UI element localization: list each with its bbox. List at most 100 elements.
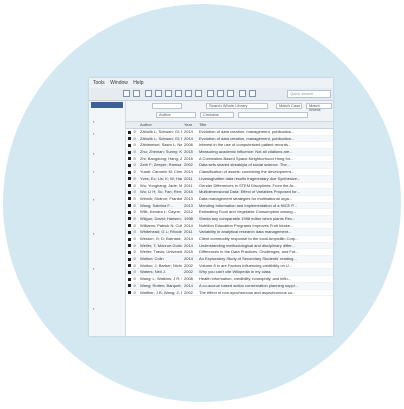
search-options-button[interactable]: [152, 103, 182, 109]
row-title: Sheda any comparable 1998 editor when pl…: [199, 215, 296, 221]
attachment-icon: ⊘: [133, 175, 137, 181]
table-row[interactable]: ⊘Wilgon; David; Hansen; Da...1998 Sheda a…: [126, 215, 333, 223]
column-year[interactable]: Year: [184, 122, 197, 128]
read-status-icon: [128, 217, 131, 221]
insert-citation-icon[interactable]: [207, 90, 214, 97]
quick-search-input[interactable]: Quick search: [287, 90, 331, 98]
add-reference-icon[interactable]: [155, 90, 162, 97]
table-row[interactable]: ⊘Wang; L; Watkins; J R; Ph...2008 Health …: [126, 276, 333, 283]
format-icon[interactable]: [217, 90, 224, 97]
table-row[interactable]: ⊘Wu; Yonghang; Jade; Maria...2011 Gender …: [126, 183, 333, 190]
attach-icon[interactable]: [185, 90, 192, 97]
table-row[interactable]: ⊘Zählmeisel; Sasm L; Neu H...2006 Interes…: [126, 142, 333, 150]
table-row[interactable]: ⊘ Walton; Colin 2014 An Exploratory Study o…: [126, 256, 333, 263]
find-fulltext-icon[interactable]: [195, 90, 202, 97]
table-row[interactable]: ⊘ Waters; Neil J. 2002 Why you can't cite W…: [126, 269, 333, 277]
reference-list-header: Author Year Title: [126, 122, 333, 129]
table-row[interactable]: ⊘Weller; Travis; University...2015 Differ…: [126, 249, 333, 257]
row-title: Classification of assets: combining the …: [199, 169, 295, 175]
save-icon[interactable]: [133, 90, 140, 97]
attachment-icon: ⊘: [133, 142, 137, 148]
row-author: Wu; Yonghang; Jade; Maria...: [140, 182, 182, 188]
table-row[interactable]: ⊘Weller; T; Monroe-Gulick...2014 Understa…: [126, 242, 333, 250]
table-row[interactable]: ⊘Wilk; Kendra L; Cayne; Co...2012 Estimat…: [126, 209, 333, 216]
table-row[interactable]: ⊘Zhu; Zhenlan; Sunny; Kin...2015 Measurin…: [126, 149, 333, 156]
field-select[interactable]: Author: [156, 112, 196, 118]
row-author: Weller; Travis; University...: [140, 249, 182, 255]
attachment-icon: ⊘: [133, 256, 137, 262]
table-row[interactable]: ⊘Yves; Ec; Lis; K; W; Hamma...2011 Lhamsg…: [126, 175, 333, 183]
reference-list: Author Year Title ⊘ Zähulik L; Schwan; Gl…: [126, 122, 333, 336]
edit-icon[interactable]: [165, 90, 172, 97]
table-row[interactable]: ⊘Winnik; Sharon; Frankie; Rich...2013 Dat…: [126, 196, 333, 203]
row-year: 1998: [184, 215, 193, 221]
row-author: Wilgon; David; Hansen; Da...: [140, 215, 182, 221]
attachment-icon: ⊘: [133, 155, 137, 161]
row-title: Evolution of data creation, management, …: [199, 135, 295, 141]
operator-select[interactable]: Contains: [200, 112, 234, 118]
row-title: A co-accrue based action conservation pl…: [199, 282, 298, 288]
endnote-window: Tools Window Help Quick search ▪ ▪ ▪ ▪ ▪…: [89, 78, 333, 336]
row-author: Zhi; Bangdong; Hang; Zhen...: [140, 155, 182, 161]
table-row[interactable]: ⊘Wu; Li H; Xu; Fan; Ren; Lin...2016 Multi…: [126, 189, 333, 196]
row-author: Wu; Li H; Xu; Fan; Ren; Lin...: [140, 189, 182, 195]
match-case-checkbox[interactable]: Match Case: [276, 103, 302, 109]
table-row[interactable]: ⊘ Wang; Sabrina F... 2013 Mending Informati…: [126, 202, 333, 210]
group-count-icon: ▪: [93, 266, 95, 271]
table-row[interactable]: ⊘Walton; J; Barber; Nichola...2002 Volume…: [126, 263, 333, 270]
selected-group[interactable]: [91, 102, 123, 108]
table-row[interactable]: ⊘Zähulik L; Schwan; Gl; Bick...2014 Evolu…: [126, 135, 333, 143]
table-row[interactable]: ⊘Zhi; Bangdong; Hang; Zhen...2016 A Corre…: [126, 156, 333, 163]
share-icon[interactable]: [239, 90, 246, 97]
attachment-icon: ⊘: [133, 162, 137, 168]
row-title: Differences in the Data Practices, Chall…: [199, 249, 299, 255]
read-status-icon: [128, 257, 131, 261]
menu-help[interactable]: Help: [133, 80, 143, 86]
row-author: Yves; Ec; Lis; K; W; Hamma...: [140, 175, 182, 181]
row-author: Whitehead; G L; Rhodes; Ma...: [140, 229, 182, 235]
read-status-icon: [128, 264, 131, 268]
row-year: 2006: [184, 142, 193, 148]
menu-window[interactable]: Window: [110, 80, 128, 86]
row-author: Wang; Rotten; Barquet; Ar...: [140, 282, 182, 288]
group-count-icon: ▪: [93, 231, 95, 236]
read-status-icon: [128, 210, 131, 214]
row-author: Wang; L; Watkins; J R; Ph...: [140, 276, 182, 282]
search-online-icon[interactable]: [145, 90, 152, 97]
row-title: Interest in the use of computerized pati…: [199, 142, 292, 148]
search-scope-select[interactable]: Search Whole Library: [206, 103, 268, 109]
table-row[interactable]: ⊘Walther; J B; Wang; Z; Lo...2002 The eff…: [126, 290, 333, 297]
table-row[interactable]: ⊘Yuadi; Carmeln M; Chen; Rel...2014 Class…: [126, 169, 333, 176]
match-words-checkbox[interactable]: Match Words: [306, 103, 332, 112]
table-row[interactable]: ⊘Weston; G; D; Barnard; Ka...2014 Client …: [126, 236, 333, 243]
row-title: Why you can't cite Wikipedia in my class: [199, 269, 271, 275]
attachment-icon: ⊘: [133, 169, 137, 175]
attachment-icon: ⊘: [133, 276, 137, 282]
menu-tools[interactable]: Tools: [93, 80, 105, 86]
globe-icon[interactable]: [175, 90, 182, 97]
table-row[interactable]: ⊘Whitehead; G L; Rhodes; Ma...2011 Variab…: [126, 229, 333, 236]
table-row[interactable]: ⊘Williams; Patrick N; Culve...2014 Nutrit…: [126, 223, 333, 230]
row-title: Volume 8 in are Factors influencing cred…: [199, 262, 293, 268]
row-author: Weston; G; D; Barnard; Ka...: [140, 236, 182, 241]
table-row[interactable]: ⊘Zeth F; Zeeper; Ramsa F...2002 Data sets…: [126, 162, 333, 170]
row-author: Zählmeisel; Sasm L; Neu H...: [140, 142, 182, 148]
read-status-icon: [128, 204, 131, 208]
column-author[interactable]: Author: [140, 122, 182, 128]
search-term-input[interactable]: [238, 112, 308, 118]
open-icon[interactable]: [123, 90, 130, 97]
row-author: Zähulik L; Schwan; Gl; Bick...: [140, 135, 182, 141]
attachment-icon: ⊘: [133, 189, 137, 195]
row-author: Wilk; Kendra L; Cayne; Co...: [140, 209, 182, 215]
row-year: 2014: [184, 256, 193, 262]
row-year: 2014: [184, 129, 193, 134]
attachment-icon: ⊘: [133, 222, 137, 228]
table-row[interactable]: ⊘Wang; Rotten; Barquet; Ar...2014 A co-ac…: [126, 282, 333, 290]
attachment-icon: ⊘: [133, 242, 137, 248]
refresh-icon[interactable]: [227, 90, 234, 97]
row-title: Nutrition Education Programs Improves Fr…: [199, 222, 294, 228]
column-title[interactable]: Title: [199, 122, 333, 128]
help-icon[interactable]: [249, 90, 256, 97]
table-row[interactable]: ⊘Zähulik L; Schwan; Gl; Bick...2014 Evolu…: [126, 129, 333, 136]
attachment-icon: ⊘: [133, 215, 137, 221]
